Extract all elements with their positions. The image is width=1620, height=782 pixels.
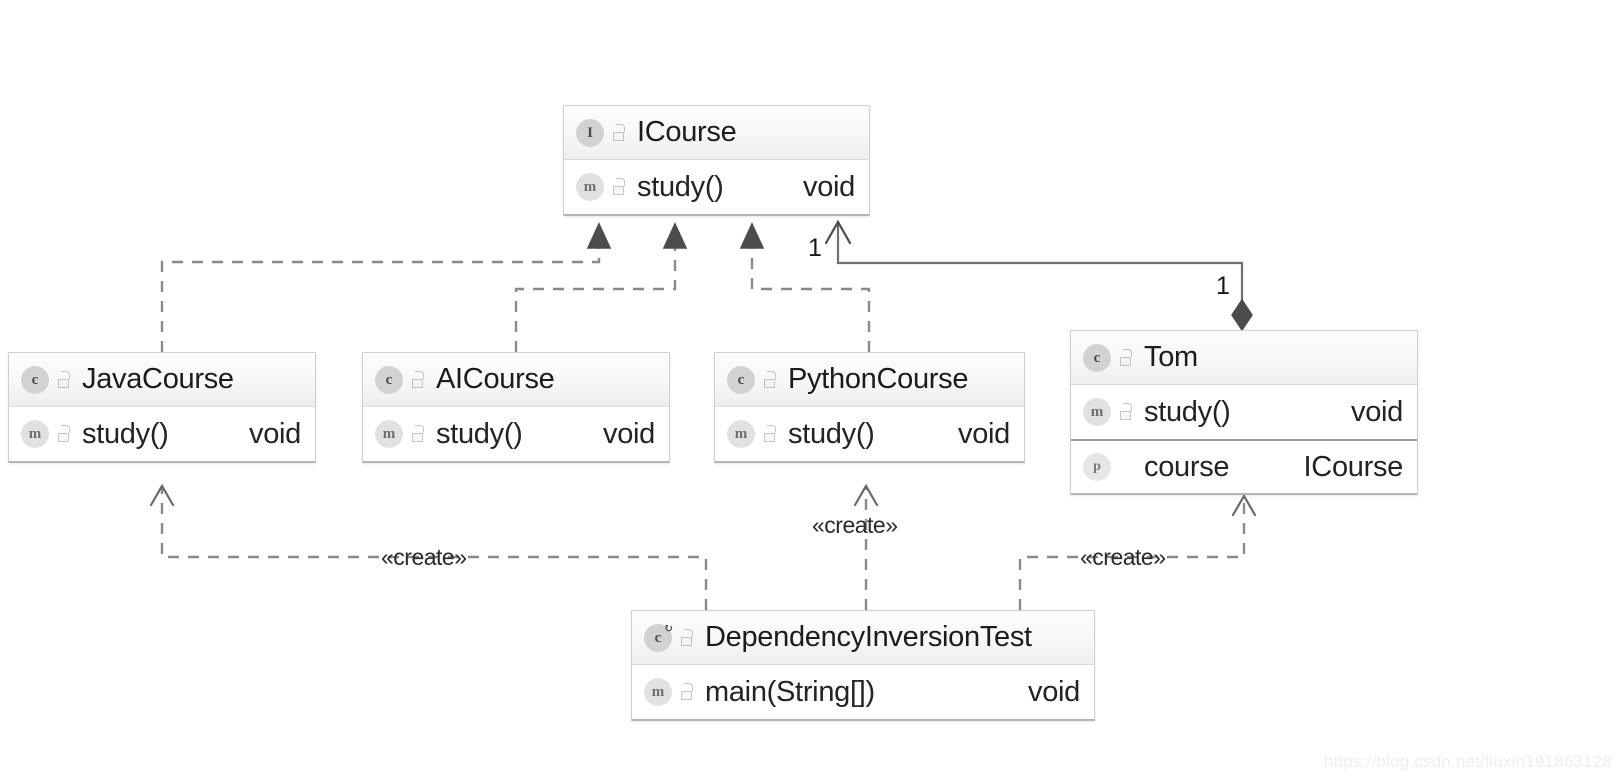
class-icon: c: [727, 365, 755, 394]
member-type: ICourse: [1303, 450, 1404, 483]
unlock-icon: [56, 370, 72, 389]
member-row[interactable]: m study() void: [1071, 385, 1417, 439]
edge-javacourse-realizes-icourse: [160, 222, 612, 352]
unlock-icon: [762, 425, 778, 443]
unlock-icon: [410, 370, 426, 389]
member-name: study(): [436, 417, 523, 450]
stereotype-create-tom: «create»: [1080, 544, 1166, 570]
interface-icon: I: [576, 118, 604, 147]
class-box-pythoncourse[interactable]: c PythonCourse m study() void: [714, 352, 1025, 463]
property-icon: p: [1083, 453, 1111, 481]
stereotype-create-javacourse: «create»: [381, 544, 467, 570]
member-name: study(): [1144, 395, 1231, 428]
method-icon: m: [576, 173, 604, 201]
class-header-dependencyinversiontest[interactable]: c ↻ DependencyInversionTest: [632, 611, 1094, 665]
stereotype-create-pythoncourse: «create»: [812, 512, 898, 538]
class-name-dependencyinversiontest: DependencyInversionTest: [705, 621, 1032, 653]
static-method-icon: m: [644, 678, 672, 706]
multiplicity-icourse-end: 1: [808, 234, 822, 262]
class-box-icourse[interactable]: I ICourse m study() void: [563, 105, 870, 216]
member-type: void: [603, 417, 655, 450]
uml-diagram-canvas: ICourse ---- --> 1 1 «create» «create» «…: [0, 0, 1620, 782]
unlock-icon: [56, 425, 72, 443]
class-name-icourse: ICourse: [637, 116, 737, 148]
method-icon: m: [1083, 398, 1111, 426]
class-name-aicourse: AICourse: [436, 363, 555, 395]
member-row[interactable]: m study() void: [564, 160, 869, 214]
class-name-javacourse: JavaCourse: [82, 363, 234, 395]
watermark-text: https://blog.csdn.net/liuxin191863128: [1323, 752, 1612, 771]
unlock-icon: [762, 370, 778, 389]
class-name-tom: Tom: [1144, 341, 1198, 373]
unlock-icon: [611, 123, 627, 142]
member-type: void: [958, 417, 1010, 450]
member-type: void: [249, 417, 301, 450]
edge-tom-composes-icourse: [824, 219, 1253, 332]
member-name: study(): [637, 170, 724, 203]
class-header-tom[interactable]: c Tom: [1071, 331, 1417, 385]
method-icon: m: [21, 420, 49, 448]
member-name: study(): [788, 417, 875, 450]
class-header-aicourse[interactable]: c AICourse: [363, 353, 669, 407]
multiplicity-tom-end: 1: [1216, 272, 1230, 300]
class-header-javacourse[interactable]: c JavaCourse: [9, 353, 315, 407]
class-header-icourse[interactable]: I ICourse: [564, 106, 869, 160]
class-name-pythoncourse: PythonCourse: [788, 363, 969, 395]
class-box-dependencyinversiontest[interactable]: c ↻ DependencyInversionTest m main(String…: [631, 610, 1095, 721]
member-type: void: [1351, 395, 1403, 428]
class-icon: c: [21, 365, 49, 394]
unlock-icon: [679, 683, 695, 701]
member-row[interactable]: p course ICourse: [1071, 439, 1417, 493]
member-name: study(): [82, 417, 169, 450]
edge-aicourse-realizes-icourse: [514, 222, 688, 352]
method-icon: m: [375, 420, 403, 448]
member-type: void: [1028, 675, 1080, 708]
class-header-pythoncourse[interactable]: c PythonCourse: [715, 353, 1024, 407]
class-box-aicourse[interactable]: c AICourse m study() void: [362, 352, 670, 463]
edge-test-creates-pythoncourse: [853, 483, 879, 610]
member-row[interactable]: m study() void: [9, 407, 315, 461]
member-type: void: [803, 170, 855, 203]
edge-pythoncourse-realizes-icourse: [739, 222, 871, 352]
member-name: main(String[]): [705, 675, 875, 708]
runnable-class-icon: c ↻: [644, 622, 674, 652]
unlock-icon: [1118, 348, 1134, 367]
class-icon: c: [1083, 343, 1111, 372]
class-icon: c: [375, 365, 403, 394]
member-row[interactable]: m study() void: [715, 407, 1024, 461]
member-row[interactable]: m main(String[]) void: [632, 665, 1094, 719]
member-row[interactable]: m study() void: [363, 407, 669, 461]
class-box-tom[interactable]: c Tom m study() void p course ICourse: [1070, 330, 1418, 495]
member-name: course: [1144, 450, 1230, 483]
unlock-icon: [611, 178, 627, 196]
method-icon: m: [727, 420, 755, 448]
unlock-icon: [679, 628, 695, 647]
unlock-icon: [410, 425, 426, 443]
unlock-icon: [1118, 403, 1134, 421]
class-box-javacourse[interactable]: c JavaCourse m study() void: [8, 352, 316, 463]
